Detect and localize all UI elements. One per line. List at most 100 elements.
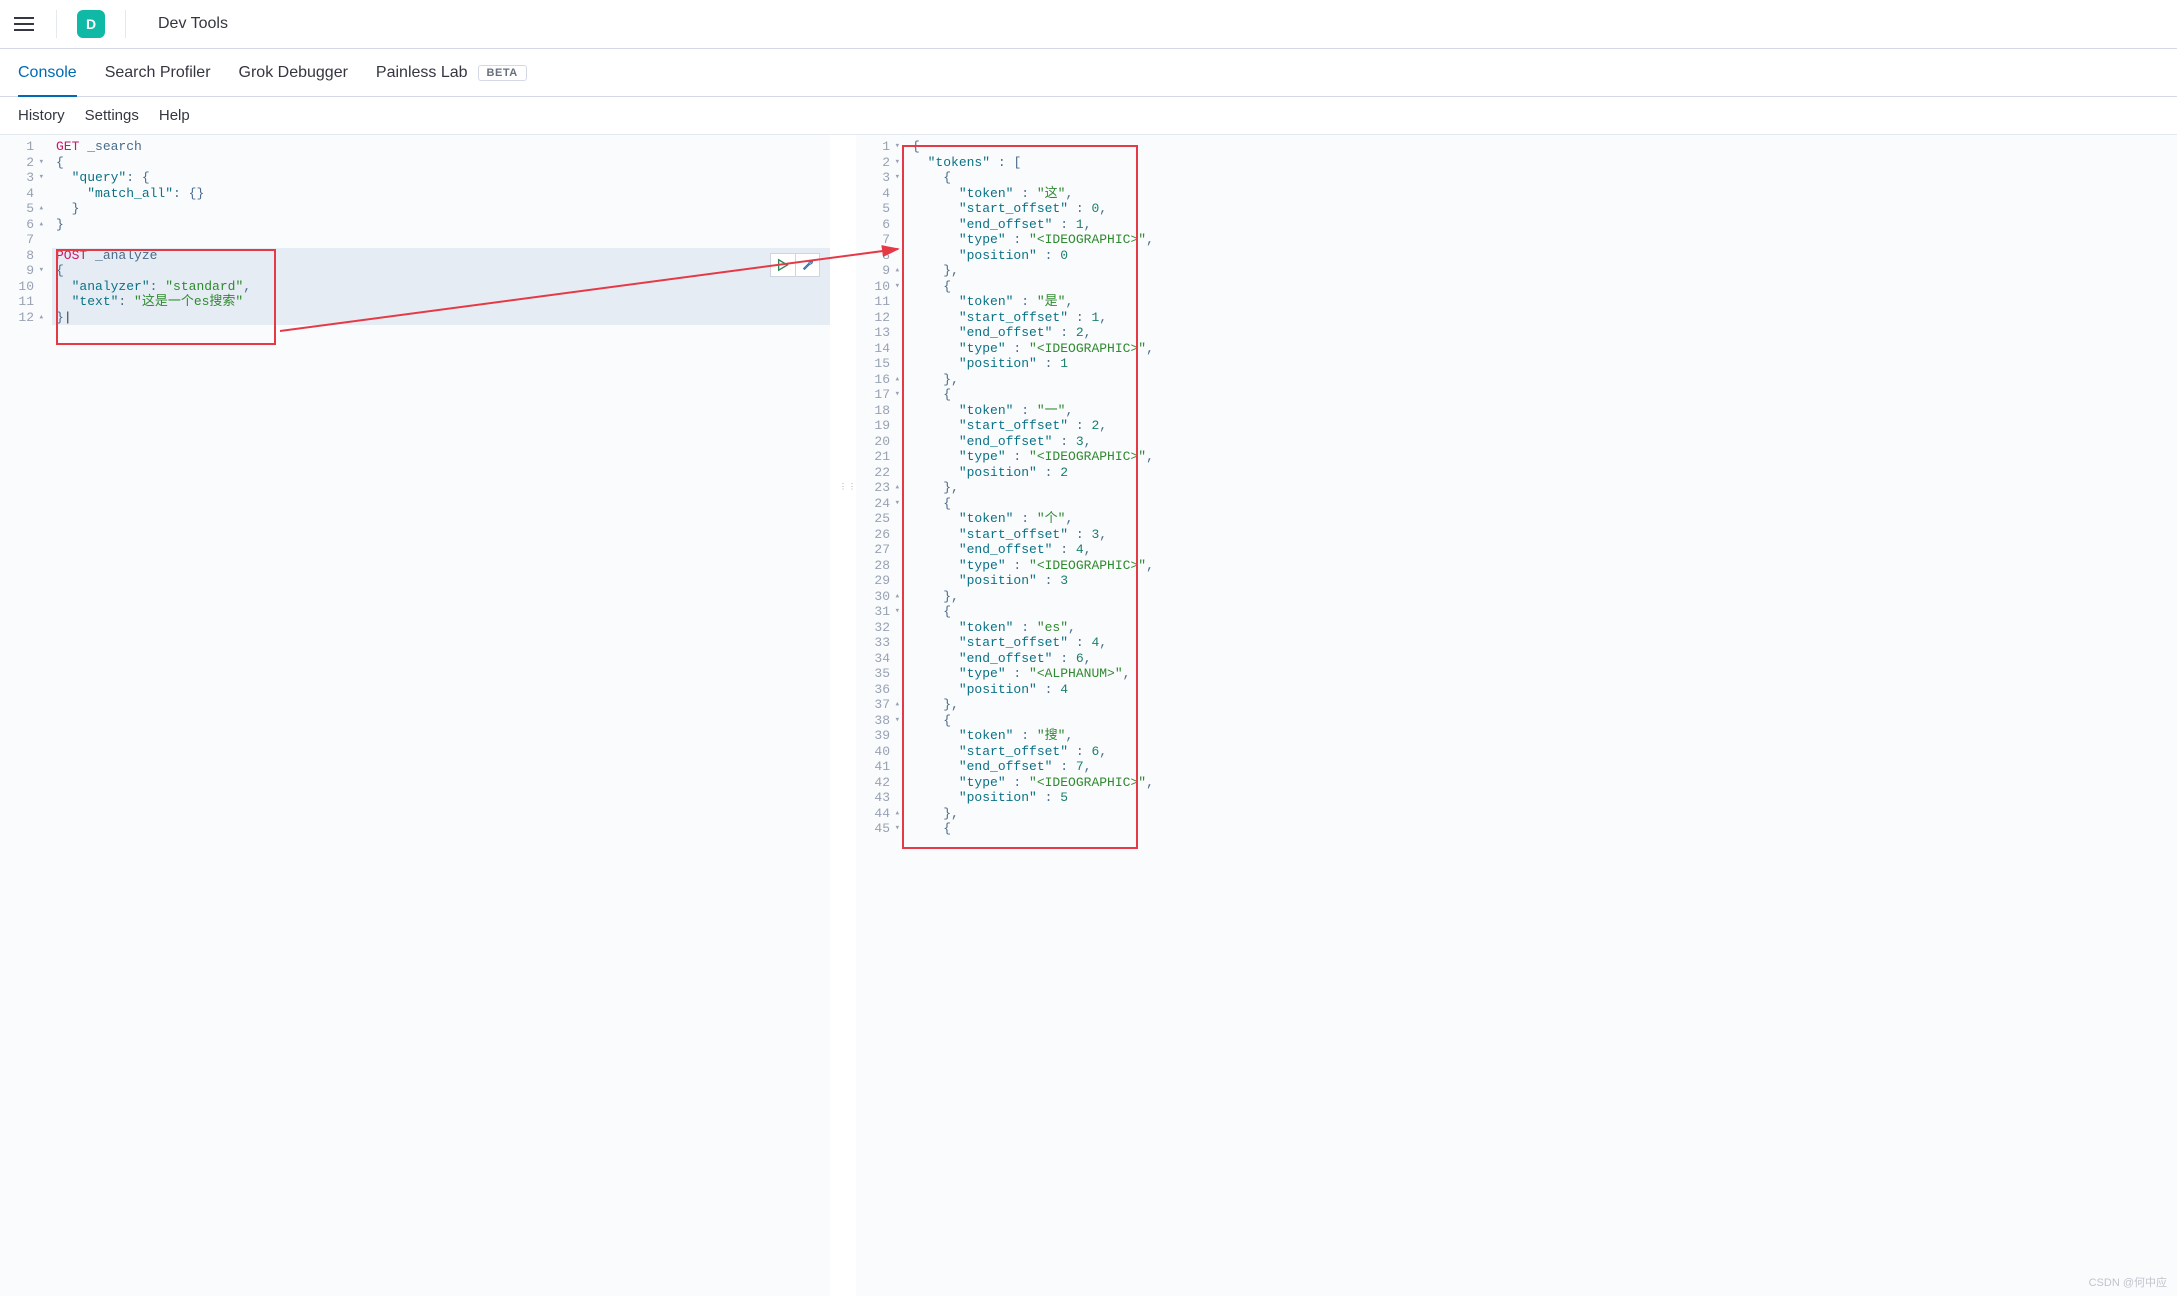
response-editor[interactable]: 1▾2▾3▾456789▴10▾111213141516▴17▾18192021… — [856, 135, 2177, 1296]
code-line[interactable]: }| — [56, 310, 830, 326]
code-line[interactable]: { — [912, 496, 2177, 512]
code-line[interactable]: "token" : "es", — [912, 620, 2177, 636]
code-line[interactable]: "start_offset" : 0, — [912, 201, 2177, 217]
code-line[interactable]: "start_offset" : 1, — [912, 310, 2177, 326]
code-line[interactable]: POST _analyze — [56, 248, 830, 264]
code-line[interactable]: "token" : "一", — [912, 403, 2177, 419]
code-line[interactable]: { — [912, 713, 2177, 729]
subnav-history[interactable]: History — [18, 107, 65, 124]
code-line[interactable]: { — [912, 170, 2177, 186]
code-line[interactable]: }, — [912, 589, 2177, 605]
fold-icon[interactable]: ▾ — [892, 713, 900, 729]
tab-label: Grok Debugger — [239, 64, 348, 82]
code-line[interactable]: "end_offset" : 4, — [912, 542, 2177, 558]
code-line[interactable]: "type" : "<ALPHANUM>", — [912, 666, 2177, 682]
code-line[interactable]: "end_offset" : 7, — [912, 759, 2177, 775]
tab-grok-debugger[interactable]: Grok Debugger — [239, 49, 348, 96]
subnav-settings[interactable]: Settings — [85, 107, 139, 124]
fold-icon[interactable]: ▾ — [892, 387, 900, 403]
gutter-line: 37▴ — [856, 697, 902, 713]
code-line[interactable]: }, — [912, 806, 2177, 822]
code-line[interactable]: "end_offset" : 3, — [912, 434, 2177, 450]
code-line[interactable]: "text": "这是一个es搜索" — [56, 294, 830, 310]
fold-icon[interactable]: ▴ — [892, 806, 900, 822]
code-line[interactable]: { — [56, 263, 830, 279]
request-editor[interactable]: 12▾3▾45▴6▴789▾101112▴ GET _search{ "quer… — [0, 135, 830, 1296]
fold-icon[interactable]: ▾ — [892, 170, 900, 186]
fold-icon[interactable]: ▴ — [36, 310, 44, 326]
split-gap[interactable]: ⋮⋮ — [830, 135, 856, 1296]
code-line[interactable]: "tokens" : [ — [912, 155, 2177, 171]
fold-icon[interactable]: ▴ — [892, 372, 900, 388]
code-line[interactable]: "analyzer": "standard", — [56, 279, 830, 295]
gutter-line: 3▾ — [856, 170, 902, 186]
code-line[interactable]: "position" : 1 — [912, 356, 2177, 372]
fold-icon[interactable]: ▴ — [892, 263, 900, 279]
code-line[interactable]: "start_offset" : 4, — [912, 635, 2177, 651]
drag-handle-icon[interactable]: ⋮⋮ — [839, 485, 847, 505]
fold-icon[interactable]: ▴ — [892, 589, 900, 605]
code-line[interactable]: "token" : "这", — [912, 186, 2177, 202]
code-line[interactable]: "type" : "<IDEOGRAPHIC>", — [912, 449, 2177, 465]
code-line[interactable]: GET _search — [56, 139, 830, 155]
code-line[interactable]: "position" : 0 — [912, 248, 2177, 264]
fold-icon[interactable]: ▴ — [36, 217, 44, 233]
fold-icon[interactable]: ▾ — [36, 263, 44, 279]
code-line[interactable]: "position" : 5 — [912, 790, 2177, 806]
code-line[interactable]: }, — [912, 480, 2177, 496]
code-line[interactable]: "start_offset" : 6, — [912, 744, 2177, 760]
code-line[interactable]: "end_offset" : 2, — [912, 325, 2177, 341]
code-line[interactable]: { — [912, 387, 2177, 403]
code-line[interactable]: "position" : 2 — [912, 465, 2177, 481]
play-icon — [776, 258, 790, 272]
code-line[interactable]: { — [912, 279, 2177, 295]
fold-icon[interactable]: ▾ — [892, 139, 900, 155]
subnav-help[interactable]: Help — [159, 107, 190, 124]
code-line[interactable]: { — [912, 604, 2177, 620]
fold-icon[interactable]: ▾ — [892, 155, 900, 171]
code-line[interactable]: } — [56, 201, 830, 217]
menu-icon[interactable] — [12, 12, 36, 36]
code-line[interactable]: "match_all": {} — [56, 186, 830, 202]
code-line[interactable]: { — [56, 155, 830, 171]
fold-icon[interactable]: ▾ — [892, 821, 900, 837]
code-line[interactable]: "position" : 4 — [912, 682, 2177, 698]
code-line[interactable]: "type" : "<IDEOGRAPHIC>", — [912, 232, 2177, 248]
code-line[interactable]: } — [56, 217, 830, 233]
tab-search-profiler[interactable]: Search Profiler — [105, 49, 211, 96]
fold-icon[interactable]: ▾ — [892, 604, 900, 620]
tab-console[interactable]: Console — [18, 49, 77, 96]
code-line[interactable]: "type" : "<IDEOGRAPHIC>", — [912, 558, 2177, 574]
code-line[interactable]: "token" : "是", — [912, 294, 2177, 310]
fold-icon[interactable]: ▾ — [892, 496, 900, 512]
tab-painless-lab[interactable]: Painless LabBETA — [376, 49, 527, 96]
code-line[interactable]: }, — [912, 263, 2177, 279]
code-line[interactable]: "end_offset" : 6, — [912, 651, 2177, 667]
fold-icon[interactable]: ▴ — [892, 480, 900, 496]
code-line[interactable]: "query": { — [56, 170, 830, 186]
code-line[interactable]: "position" : 3 — [912, 573, 2177, 589]
code-line[interactable]: "type" : "<IDEOGRAPHIC>", — [912, 775, 2177, 791]
app-icon[interactable]: D — [77, 10, 105, 38]
code-line[interactable]: "type" : "<IDEOGRAPHIC>", — [912, 341, 2177, 357]
run-button[interactable] — [771, 254, 795, 276]
code-line[interactable]: "end_offset" : 1, — [912, 217, 2177, 233]
fold-icon[interactable]: ▾ — [892, 279, 900, 295]
code-line[interactable]: "start_offset" : 2, — [912, 418, 2177, 434]
code-line[interactable]: "token" : "个", — [912, 511, 2177, 527]
fold-icon[interactable]: ▾ — [36, 170, 44, 186]
code-line[interactable]: }, — [912, 372, 2177, 388]
code-line[interactable] — [56, 232, 830, 248]
fold-icon[interactable]: ▴ — [36, 201, 44, 217]
code-line[interactable]: "start_offset" : 3, — [912, 527, 2177, 543]
gutter-line: 10▾ — [856, 279, 902, 295]
code-line[interactable]: { — [912, 139, 2177, 155]
code-line[interactable]: }, — [912, 697, 2177, 713]
gutter-line: 9▾ — [0, 263, 46, 279]
code-line[interactable]: { — [912, 821, 2177, 837]
fold-icon[interactable]: ▴ — [892, 697, 900, 713]
gutter-line: 39 — [856, 728, 902, 744]
fold-icon[interactable]: ▾ — [36, 155, 44, 171]
code-line[interactable]: "token" : "搜", — [912, 728, 2177, 744]
wrench-button[interactable] — [795, 254, 819, 276]
